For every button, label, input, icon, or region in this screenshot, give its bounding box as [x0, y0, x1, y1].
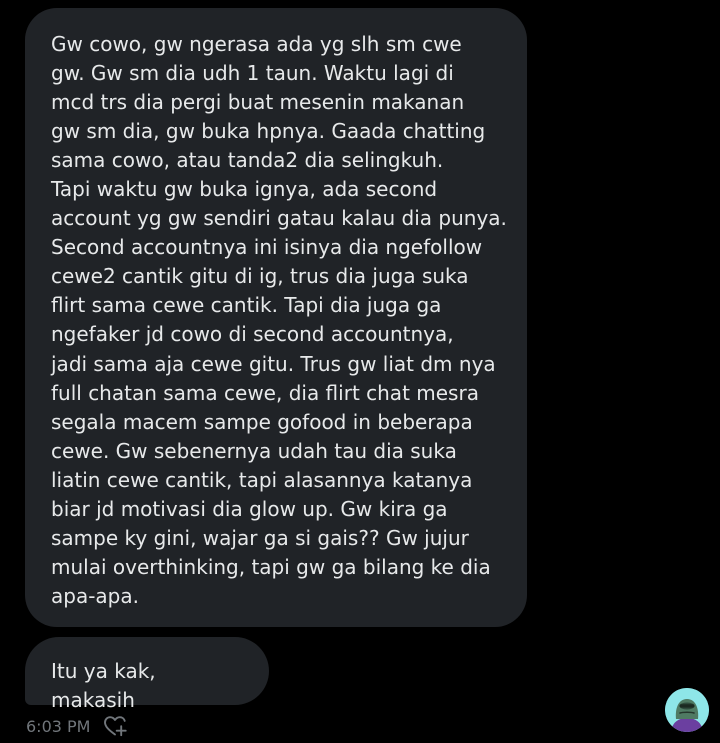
message-timestamp: 6:03 PM [26, 716, 91, 736]
message-meta: 6:03 PM [26, 714, 128, 738]
avatar-cartoon-icon [665, 688, 709, 732]
message-text: Itu ya kak, makasih [51, 659, 156, 712]
avatar[interactable] [665, 688, 709, 732]
heart-plus-icon [104, 716, 128, 737]
message-bubble[interactable]: Gw cowo, gw ngerasa ada yg slh sm cwe gw… [25, 8, 527, 627]
message-text: Gw cowo, gw ngerasa ada yg slh sm cwe gw… [51, 32, 507, 608]
message-bubble[interactable]: Itu ya kak, makasih [25, 637, 269, 712]
react-button[interactable] [102, 714, 128, 738]
